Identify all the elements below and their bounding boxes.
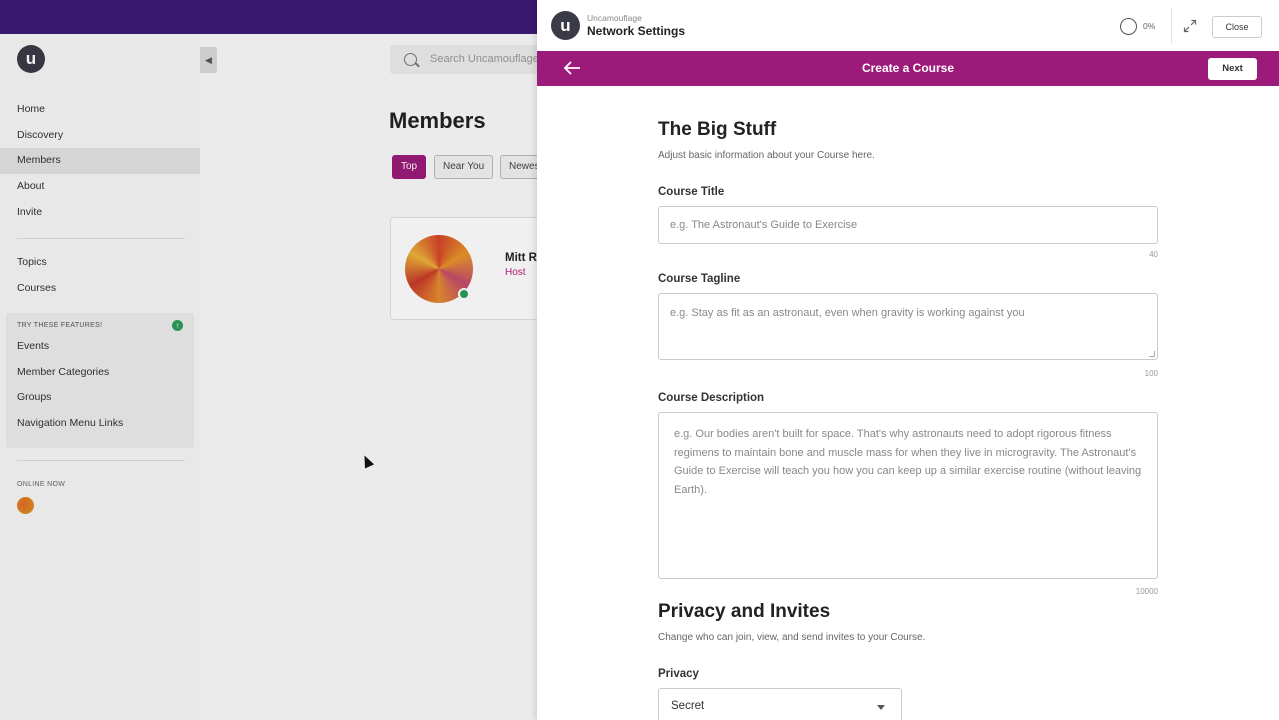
next-button[interactable]: Next bbox=[1208, 58, 1257, 80]
header-divider bbox=[1171, 8, 1172, 44]
section-desc-privacy: Change who can join, view, and send invi… bbox=[658, 632, 926, 643]
modal-backdrop[interactable] bbox=[0, 0, 537, 720]
resize-handle-icon[interactable] bbox=[1149, 351, 1155, 357]
privacy-select-value: Secret bbox=[671, 700, 705, 712]
section-title-privacy: Privacy and Invites bbox=[658, 601, 831, 622]
panel-title-bar: Create a Course Next bbox=[537, 51, 1279, 86]
settings-panel: u Uncamouflage Network Settings 0% Close… bbox=[537, 0, 1279, 720]
privacy-select[interactable]: Secret bbox=[658, 688, 902, 720]
course-title-label: Course Title bbox=[658, 186, 725, 198]
panel-bar-title: Create a Course bbox=[861, 61, 955, 75]
course-tagline-input[interactable]: e.g. Stay as fit as an astronaut, even w… bbox=[658, 293, 1158, 360]
chevron-down-icon bbox=[877, 705, 885, 710]
panel-subtitle: Uncamouflage bbox=[587, 13, 642, 23]
section-desc-big-stuff: Adjust basic information about your Cour… bbox=[658, 150, 875, 161]
course-description-counter: 10000 bbox=[1135, 587, 1158, 596]
course-title-input[interactable]: e.g. The Astronaut's Guide to Exercise bbox=[658, 206, 1158, 244]
course-tagline-label: Course Tagline bbox=[658, 273, 741, 285]
panel-logo: u bbox=[551, 11, 580, 40]
course-tagline-placeholder: e.g. Stay as fit as an astronaut, even w… bbox=[670, 307, 1025, 319]
course-title-counter: 40 bbox=[1149, 250, 1158, 259]
course-description-label: Course Description bbox=[658, 392, 765, 404]
close-button[interactable]: Close bbox=[1212, 16, 1262, 38]
progress-ring-icon bbox=[1120, 18, 1137, 35]
progress-text: 0% bbox=[1143, 21, 1156, 31]
course-description-placeholder: e.g. Our bodies aren't built for space. … bbox=[674, 428, 1142, 496]
panel-title: Network Settings bbox=[587, 24, 686, 38]
section-title-big-stuff: The Big Stuff bbox=[658, 119, 777, 140]
course-title-placeholder: e.g. The Astronaut's Guide to Exercise bbox=[670, 219, 858, 231]
course-description-input[interactable]: e.g. Our bodies aren't built for space. … bbox=[658, 412, 1158, 579]
panel-header: u Uncamouflage Network Settings 0% Close bbox=[537, 0, 1279, 51]
panel-logo-letter: u bbox=[560, 15, 571, 35]
expand-icon[interactable] bbox=[1183, 19, 1197, 33]
privacy-label: Privacy bbox=[658, 668, 699, 680]
course-tagline-counter: 100 bbox=[1144, 369, 1158, 378]
